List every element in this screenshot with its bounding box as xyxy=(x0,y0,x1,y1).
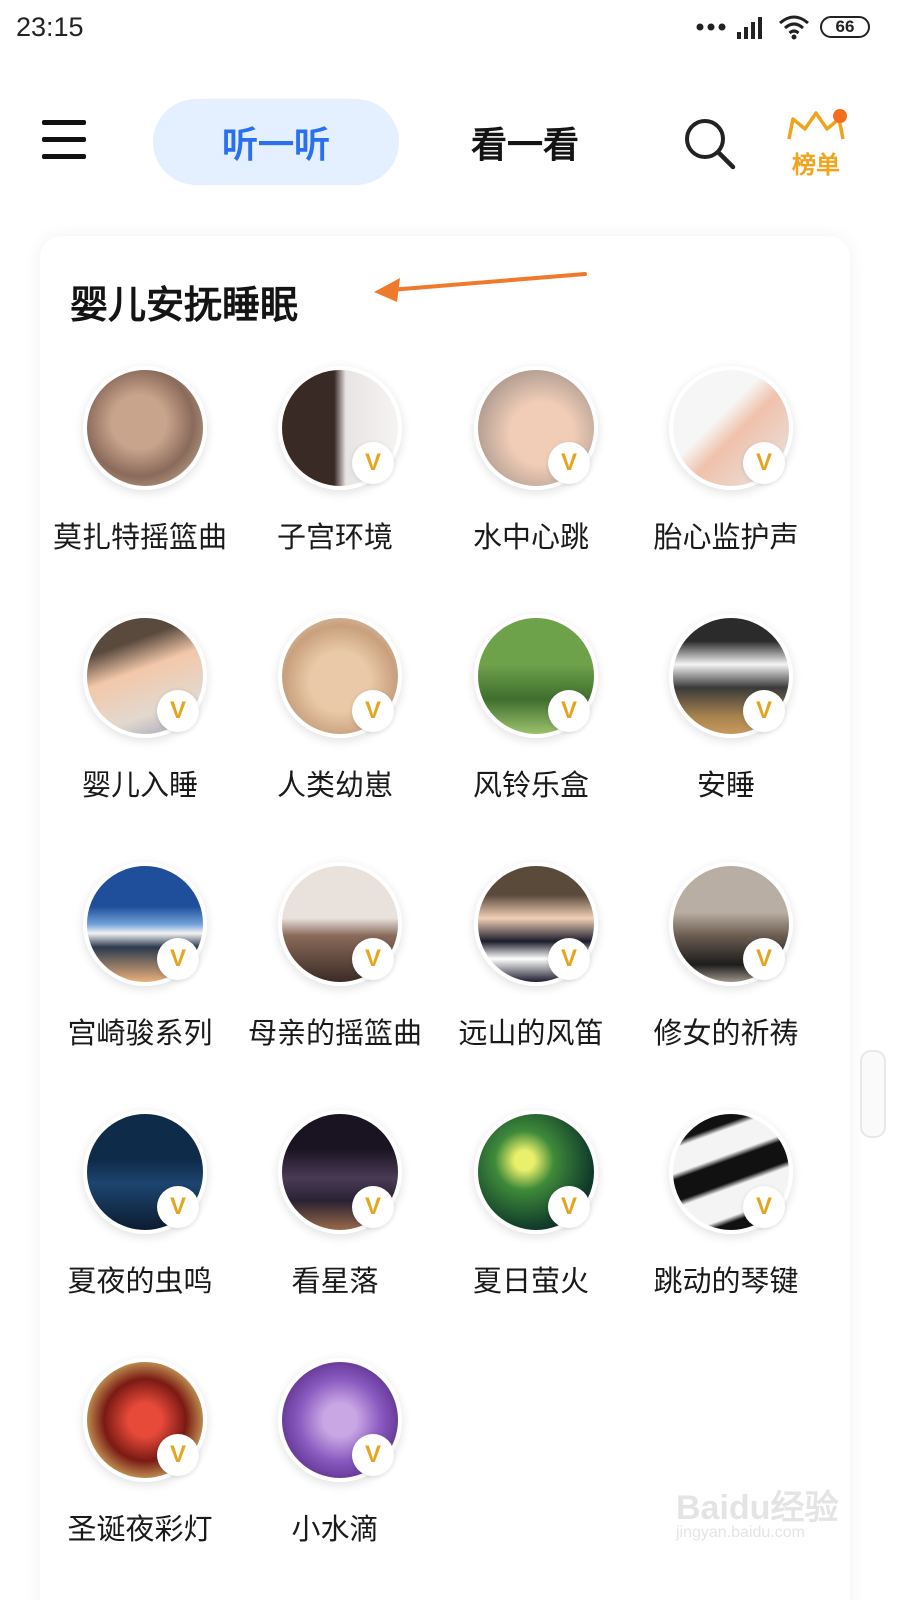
status-icons: 66 xyxy=(696,14,870,40)
watermark-main: Baidu经验 xyxy=(676,1489,839,1527)
vip-badge-icon: V xyxy=(743,442,785,484)
tab-listen[interactable]: 听一听 xyxy=(153,99,399,185)
menu-button[interactable] xyxy=(40,117,88,163)
vip-badge-icon: V xyxy=(548,938,590,980)
sound-item-label: 修女的祈祷 xyxy=(653,1016,799,1050)
sound-item[interactable]: V 修女的祈祷 xyxy=(626,862,826,1082)
vip-badge-icon: V xyxy=(548,1186,590,1228)
vip-badge-icon: V xyxy=(743,1186,785,1228)
battery-indicator: 66 xyxy=(820,16,870,38)
vip-badge-icon: V xyxy=(157,690,199,732)
sound-item[interactable]: V 母亲的摇篮曲 xyxy=(235,862,435,1082)
notification-dot xyxy=(833,109,847,123)
vip-badge-icon: V xyxy=(157,1186,199,1228)
sound-item[interactable]: V 水中心跳 xyxy=(431,366,631,586)
section-title: 婴儿安抚睡眠 xyxy=(70,283,299,327)
sound-item[interactable]: V 圣诞夜彩灯 xyxy=(40,1358,240,1578)
sound-item[interactable]: V 安睡 xyxy=(626,614,826,834)
sound-item-label: 小水滴 xyxy=(291,1512,379,1546)
vip-badge-icon: V xyxy=(743,938,785,980)
annotation-arrow-icon xyxy=(374,272,587,302)
ranking-button[interactable]: 榜单 xyxy=(783,109,853,179)
scroll-handle[interactable] xyxy=(860,1050,886,1138)
vip-badge-icon: V xyxy=(352,442,394,484)
sound-item-label: 跳动的琴键 xyxy=(653,1264,799,1298)
sound-item-label: 胎心监护声 xyxy=(653,520,799,554)
more-dots-icon xyxy=(696,23,726,31)
top-nav: 听一听 看一看 榜单 xyxy=(0,95,900,190)
status-bar: 23:15 66 xyxy=(0,0,900,62)
content-card: 婴儿安抚睡眠 莫扎特摇篮曲 V 子宫环境 V 水中心跳 V 胎心监护声 V 婴儿入睡 V 人类幼崽 V… xyxy=(40,236,850,1600)
watermark: Baidu经验 jingyan.baidu.com xyxy=(676,1480,866,1560)
sound-item[interactable]: V 胎心监护声 xyxy=(626,366,826,586)
vip-badge-icon: V xyxy=(352,1434,394,1476)
sound-item[interactable]: V 看星落 xyxy=(235,1110,435,1330)
sound-item[interactable]: V 小水滴 xyxy=(235,1358,435,1578)
sound-item[interactable]: V 人类幼崽 xyxy=(235,614,435,834)
ranking-label: 榜单 xyxy=(792,151,840,179)
tab-watch[interactable]: 看一看 xyxy=(420,99,630,185)
wifi-icon xyxy=(779,15,809,40)
vip-badge-icon: V xyxy=(157,1434,199,1476)
sound-item[interactable]: V 子宫环境 xyxy=(235,366,435,586)
sound-item[interactable]: V 夏日萤火 xyxy=(431,1110,631,1330)
sound-item[interactable]: V 夏夜的虫鸣 xyxy=(40,1110,240,1330)
search-button[interactable] xyxy=(683,117,737,171)
vip-badge-icon: V xyxy=(352,1186,394,1228)
vip-badge-icon: V xyxy=(548,690,590,732)
sound-item-label: 安睡 xyxy=(696,768,755,802)
signal-icon xyxy=(737,17,762,39)
sound-item[interactable]: V 远山的风笛 xyxy=(431,862,631,1082)
vip-badge-icon: V xyxy=(352,938,394,980)
sleeping-twins-thumbnail xyxy=(83,366,207,490)
vip-badge-icon: V xyxy=(548,442,590,484)
search-icon xyxy=(685,119,736,170)
sound-item[interactable]: V 宫崎骏系列 xyxy=(40,862,240,1082)
sound-item[interactable]: V 跳动的琴键 xyxy=(626,1110,826,1330)
hamburger-menu-icon xyxy=(42,120,86,159)
watermark-sub: jingyan.baidu.com xyxy=(676,1524,805,1541)
sound-item[interactable]: V 风铃乐盒 xyxy=(431,614,631,834)
vip-badge-icon: V xyxy=(352,690,394,732)
status-time: 23:15 xyxy=(16,12,84,42)
vip-badge-icon: V xyxy=(743,690,785,732)
app-screen: 23:15 66 听一听 看一看 榜单 婴儿安抚睡眠 莫扎特摇篮曲 V 子宫环境… xyxy=(0,0,900,1600)
sound-item[interactable]: 莫扎特摇篮曲 xyxy=(40,366,240,586)
sound-item[interactable]: V 婴儿入睡 xyxy=(40,614,240,834)
vip-badge-icon: V xyxy=(157,938,199,980)
